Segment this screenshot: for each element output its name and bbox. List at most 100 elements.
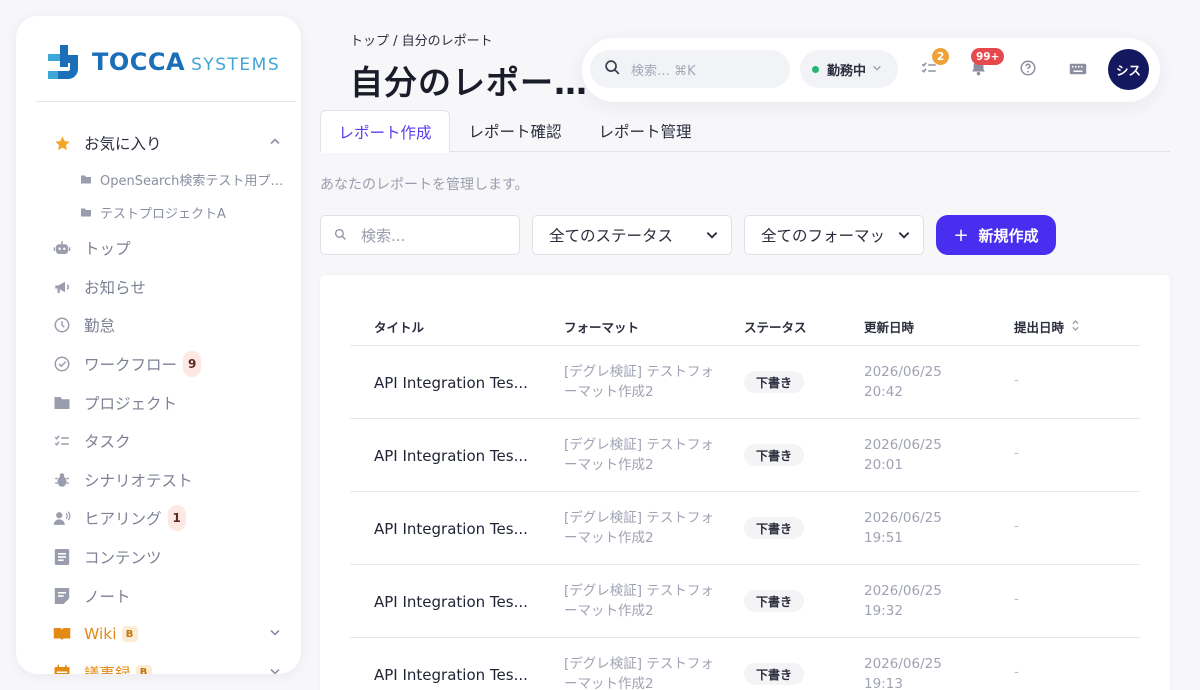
sidebar-item-workflow[interactable]: ワークフロー 9	[16, 345, 301, 384]
sidebar-item-label: ヒアリング	[84, 510, 162, 529]
sidebar-item-notes[interactable]: ノート	[16, 576, 301, 615]
table-row[interactable]: API Integration Tes... [デグレ検証] テストフォーマット…	[350, 492, 1140, 565]
sidebar-item-label: シナリオテスト	[84, 471, 193, 490]
search-icon	[604, 59, 621, 80]
sidebar-item-favorites[interactable]: お気に入り	[16, 123, 301, 163]
page-description: あなたのレポートを管理します。	[320, 177, 529, 193]
status-filter-select[interactable]: 全てのステータス	[532, 215, 732, 255]
work-status-label: 勤務中	[827, 63, 867, 79]
report-title[interactable]: API Integration Tes...	[374, 374, 528, 392]
format-filter-value: 全てのフォーマッ	[761, 227, 886, 245]
folder-icon	[79, 206, 92, 219]
sidebar-item-label: お知らせ	[84, 278, 146, 297]
clock-icon	[53, 316, 71, 334]
status-badge: 下書き	[744, 371, 805, 393]
keyboard-icon	[1069, 61, 1087, 80]
table-row[interactable]: API Integration Tes... [デグレ検証] テストフォーマット…	[350, 638, 1140, 690]
submitted-at: -	[1014, 591, 1019, 607]
sidebar-item-scenario-test[interactable]: シナリオテスト	[16, 461, 301, 500]
chevron-down-icon[interactable]	[269, 627, 281, 642]
document-icon	[53, 548, 71, 566]
sidebar-item-top[interactable]: トップ	[16, 229, 301, 268]
tab-create-report[interactable]: レポート作成	[320, 110, 450, 153]
user-avatar[interactable]: シス	[1108, 49, 1149, 90]
breadcrumb[interactable]: トップ / 自分のレポート	[350, 30, 493, 49]
sidebar-item-news[interactable]: お知らせ	[16, 268, 301, 307]
updated-at: 2026/06/25 20:01	[864, 437, 942, 473]
tab-manage-report[interactable]: レポート管理	[580, 110, 710, 152]
checklist-icon	[53, 432, 71, 450]
table-row[interactable]: API Integration Tes... [デグレ検証] テストフォーマット…	[350, 419, 1140, 492]
hearing-count-badge: 1	[167, 505, 186, 532]
chevron-down-icon	[897, 228, 911, 246]
sidebar-nav: お気に入り OpenSearch検索テスト用プ… テストプロジェクトA トップ	[16, 123, 301, 674]
sidebar-item-label: OpenSearch検索テスト用プ…	[100, 174, 284, 189]
sidebar-item-tasks[interactable]: タスク	[16, 422, 301, 461]
updated-at: 2026/06/25 19:51	[864, 510, 942, 546]
sidebar-item-hearing[interactable]: ヒアリング 1	[16, 499, 301, 538]
search-placeholder: 検索...	[361, 226, 406, 245]
report-format: [デグレ検証] テストフォーマット作成2	[564, 364, 714, 400]
sidebar-item-projects[interactable]: プロジェクト	[16, 383, 301, 422]
column-header-format[interactable]: フォーマット	[564, 317, 639, 336]
report-search-input[interactable]: 検索...	[320, 215, 520, 255]
status-filter-value: 全てのステータス	[549, 227, 674, 245]
status-badge: 下書き	[744, 444, 805, 466]
help-button[interactable]	[1018, 60, 1038, 80]
tab-review-report[interactable]: レポート確認	[450, 110, 580, 152]
sidebar-item-attendance[interactable]: 勤怠	[16, 306, 301, 345]
sidebar-favorite-test-project-a[interactable]: テストプロジェクトA	[16, 196, 301, 229]
column-header-label: 提出日時	[1014, 320, 1065, 335]
column-header-updated[interactable]: 更新日時	[864, 317, 914, 336]
star-icon	[53, 134, 71, 152]
chevron-up-icon[interactable]	[269, 136, 281, 151]
sidebar-item-label: テストプロジェクトA	[100, 207, 226, 222]
check-circle-icon	[53, 355, 71, 373]
table-row[interactable]: API Integration Tes... [デグレ検証] テストフォーマット…	[350, 346, 1140, 419]
search-placeholder: 検索… ⌘K	[631, 63, 696, 79]
sidebar-favorite-opensearch[interactable]: OpenSearch検索テスト用プ…	[16, 163, 301, 196]
report-title[interactable]: API Integration Tes...	[374, 447, 528, 465]
table-row[interactable]: API Integration Tes... [デグレ検証] テストフォーマット…	[350, 565, 1140, 638]
sidebar-item-label: コンテンツ	[84, 549, 162, 568]
format-filter-select[interactable]: 全てのフォーマッ	[744, 215, 924, 255]
report-title[interactable]: API Integration Tes...	[374, 593, 528, 611]
column-header-status[interactable]: ステータス	[744, 317, 807, 336]
new-report-button[interactable]: + 新規作成	[936, 215, 1056, 255]
page-title: 自分のレポー…	[350, 63, 588, 102]
sidebar-item-contents[interactable]: コンテンツ	[16, 538, 301, 577]
plus-icon: +	[953, 224, 969, 246]
chevron-down-icon	[872, 62, 882, 77]
brand-logo[interactable]: TOCCA SYSTEMS	[48, 42, 280, 82]
updated-at: 2026/06/25 19:32	[864, 583, 942, 619]
online-status-dot	[812, 65, 819, 73]
sidebar-item-label: ワークフロー	[84, 356, 178, 375]
report-title[interactable]: API Integration Tes...	[374, 520, 528, 538]
keyboard-shortcuts-button[interactable]	[1068, 60, 1088, 80]
help-icon	[1019, 59, 1037, 81]
report-format: [デグレ検証] テストフォーマット作成2	[564, 510, 714, 546]
status-badge: 下書き	[744, 517, 805, 539]
column-header-title[interactable]: タイトル	[374, 317, 424, 336]
report-title[interactable]: API Integration Tes...	[374, 666, 528, 684]
column-header-submitted[interactable]: 提出日時	[1014, 317, 1080, 336]
chevron-down-icon[interactable]	[269, 665, 281, 674]
updated-at: 2026/06/25 20:42	[864, 364, 942, 400]
new-report-label: 新規作成	[978, 226, 1039, 245]
note-icon	[53, 587, 71, 605]
global-search-input[interactable]: 検索… ⌘K	[590, 50, 790, 88]
sidebar-item-minutes[interactable]: 議事録 B	[16, 654, 301, 674]
folder-icon	[53, 394, 71, 412]
tasks-count-badge: 2	[932, 48, 950, 65]
report-format: [デグレ検証] テストフォーマット作成2	[564, 656, 714, 690]
robot-icon	[53, 239, 71, 257]
sidebar-item-wiki[interactable]: Wiki B	[16, 615, 301, 654]
speaking-person-icon	[53, 509, 71, 527]
work-status-dropdown[interactable]: 勤務中	[800, 50, 898, 88]
open-book-icon	[53, 625, 71, 643]
search-icon	[334, 226, 347, 245]
calendar-icon	[53, 664, 71, 674]
tocca-logo-icon	[48, 43, 82, 81]
beta-badge: B	[135, 664, 152, 674]
submitted-at: -	[1014, 445, 1019, 461]
